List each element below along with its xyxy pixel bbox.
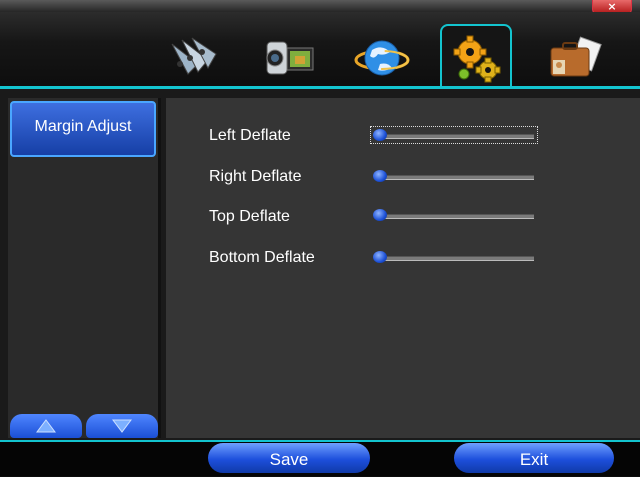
triangle-up-icon — [36, 419, 56, 433]
film-reel-icon — [171, 37, 217, 75]
exit-button[interactable]: Exit — [454, 443, 614, 473]
slider-track — [376, 175, 534, 180]
dvr-settings-window: × Margin Adjust Left Deflate Right Defla… — [0, 0, 640, 476]
sidebar-item-margin-adjust[interactable]: Margin Adjust — [10, 101, 156, 157]
tab-system-info[interactable] — [535, 26, 607, 88]
top-deflate-slider[interactable] — [372, 208, 536, 222]
tab-network[interactable] — [344, 26, 416, 88]
title-bar — [0, 0, 640, 12]
slider-track — [376, 134, 534, 139]
scroll-up-button[interactable] — [10, 414, 82, 438]
scroll-down-button[interactable] — [86, 414, 158, 438]
sidebar-item-label: Margin Adjust — [34, 118, 132, 135]
bottom-deflate-label: Bottom Deflate — [209, 249, 315, 266]
left-deflate-label: Left Deflate — [209, 127, 291, 144]
triangle-down-icon — [112, 419, 132, 433]
tab-record[interactable] — [158, 26, 230, 88]
globe-network-icon — [354, 40, 410, 76]
slider-thumb[interactable] — [373, 170, 387, 182]
top-deflate-label: Top Deflate — [209, 208, 290, 225]
right-deflate-slider[interactable] — [372, 169, 536, 183]
sidebar: Margin Adjust — [8, 98, 161, 438]
save-button[interactable]: Save — [208, 443, 370, 473]
slider-thumb[interactable] — [373, 251, 387, 263]
slider-track — [376, 214, 534, 219]
slider-thumb[interactable] — [373, 129, 387, 141]
tab-camera[interactable] — [249, 26, 321, 88]
slider-thumb[interactable] — [373, 209, 387, 221]
right-deflate-label: Right Deflate — [209, 168, 302, 185]
settings-panel — [166, 98, 640, 438]
briefcase-icon — [550, 36, 602, 77]
slider-track — [376, 256, 534, 261]
bottom-deflate-slider[interactable] — [372, 250, 536, 264]
video-camera-icon — [266, 41, 314, 75]
left-deflate-slider[interactable] — [370, 126, 538, 144]
tab-settings[interactable] — [440, 24, 512, 88]
sidebar-nav — [10, 414, 158, 438]
gears-icon — [453, 35, 501, 83]
